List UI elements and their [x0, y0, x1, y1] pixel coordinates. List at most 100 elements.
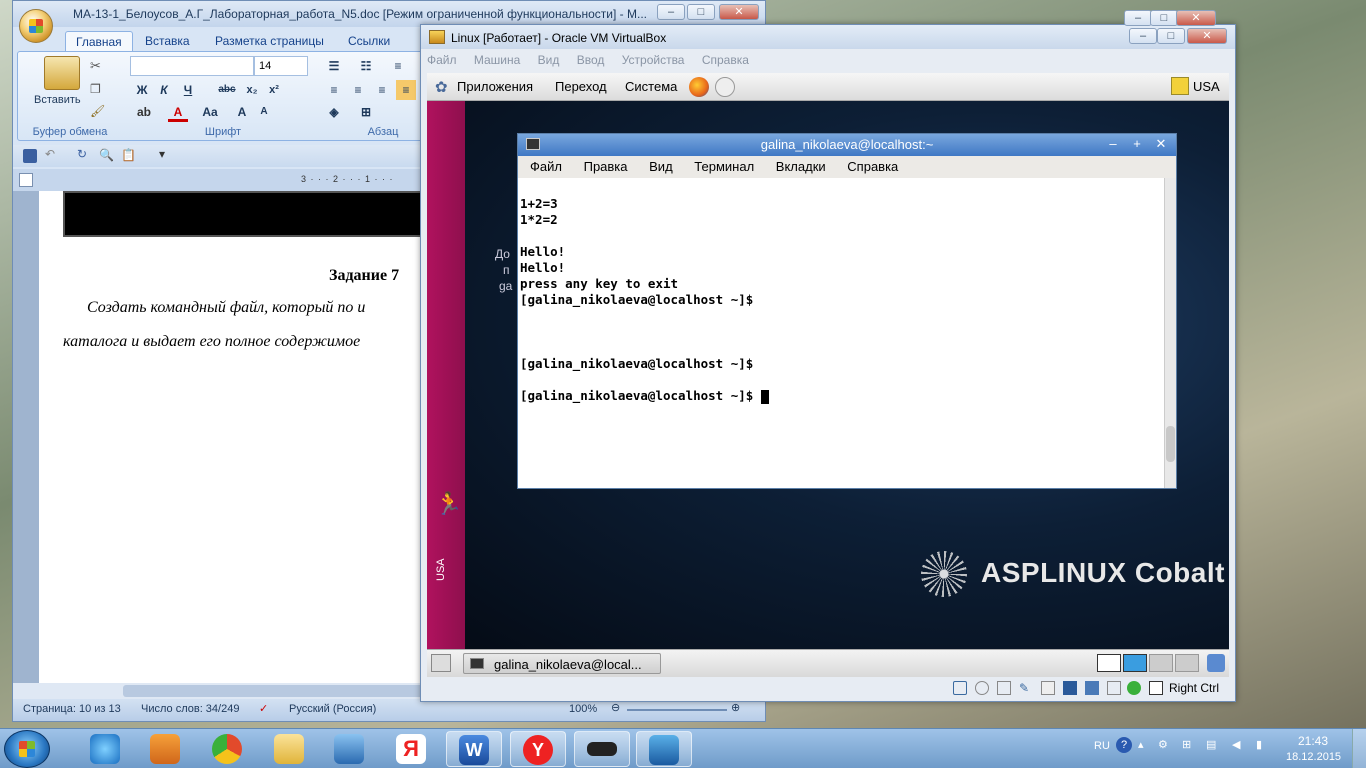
term-menu-tabs[interactable]: Вкладки	[776, 159, 826, 174]
signal-icon[interactable]: ▮	[1256, 738, 1262, 751]
cd-icon[interactable]	[975, 681, 989, 695]
gnome-foot-icon[interactable]: ✿	[435, 78, 448, 96]
help-icon[interactable]: ?	[1116, 737, 1132, 753]
font-family-combo[interactable]	[130, 56, 254, 76]
grow-font-icon[interactable]: A	[232, 102, 252, 122]
term-menu-terminal[interactable]: Терминал	[694, 159, 754, 174]
bg-window-maximize[interactable]: □	[1150, 10, 1178, 26]
font-color-icon[interactable]: A	[168, 102, 188, 122]
zoom-level[interactable]: 100%	[569, 703, 597, 715]
align-left-icon[interactable]: ≡	[324, 80, 344, 100]
multilevel-list-icon[interactable]: ≡	[388, 56, 408, 76]
vbox-menu-help[interactable]: Справка	[702, 53, 749, 67]
vbox-menu-devices[interactable]: Устройства	[622, 53, 685, 67]
copy-icon[interactable]: ❐	[90, 82, 101, 96]
zoom-out-icon[interactable]: ⊖	[611, 701, 620, 714]
vbox-menu-view[interactable]: Вид	[538, 53, 560, 67]
mouse-integration-icon[interactable]	[1127, 681, 1141, 695]
network-icon[interactable]	[1063, 681, 1077, 695]
trash-icon[interactable]	[1207, 654, 1225, 672]
tray-app-icon[interactable]: ⚙	[1158, 738, 1168, 751]
yandex-browser-taskbar-icon[interactable]: Y	[510, 731, 566, 767]
tab-insert[interactable]: Вставка	[135, 31, 200, 51]
borders-icon[interactable]: ⊞	[356, 102, 376, 122]
vbox-menu-file[interactable]: Файл	[427, 53, 457, 67]
bg-window-close[interactable]: ✕	[1176, 10, 1216, 26]
network-tray-icon[interactable]: ▤	[1206, 738, 1216, 751]
workspace-3[interactable]	[1149, 654, 1173, 672]
proofing-icon[interactable]: ✓	[259, 702, 268, 715]
windows-flag-icon[interactable]: ⊞	[1182, 738, 1191, 751]
hdd-icon[interactable]	[953, 681, 967, 695]
term-menu-edit[interactable]: Правка	[584, 159, 628, 174]
tab-layout[interactable]: Разметка страницы	[205, 31, 334, 51]
align-right-icon[interactable]: ≡	[372, 80, 392, 100]
notes-icon[interactable]	[1171, 77, 1189, 95]
tab-home[interactable]: Главная	[65, 31, 133, 51]
minimize-button[interactable]: –	[657, 4, 685, 20]
close-button[interactable]: ✕	[719, 4, 759, 20]
paste-label[interactable]: Вставить	[34, 94, 81, 106]
show-desktop-button[interactable]	[1352, 729, 1366, 768]
shared-folder-icon[interactable]	[1041, 681, 1055, 695]
subscript-button[interactable]: x₂	[242, 80, 262, 100]
display-icon[interactable]	[1085, 681, 1099, 695]
print-preview-icon[interactable]: 🔍	[99, 148, 114, 162]
strikethrough-button[interactable]: abc	[214, 80, 240, 100]
ruler[interactable]: 3 · · · 2 · · · 1 · · ·	[301, 174, 394, 184]
vbox-menu-input[interactable]: Ввод	[577, 53, 605, 67]
shrink-font-icon[interactable]: A	[254, 102, 274, 122]
start-button[interactable]	[4, 730, 50, 768]
terminal-window[interactable]: galina_nikolaeva@localhost:~ – + ✕ Файл …	[517, 133, 1177, 489]
customize-qat-icon[interactable]: ▾	[159, 147, 165, 161]
explorer-taskbar-icon[interactable]	[262, 731, 318, 767]
recording-icon[interactable]	[1107, 681, 1121, 695]
show-desktop-icon[interactable]	[431, 654, 451, 672]
vbox-titlebar[interactable]: Linux [Работает] - Oracle VM VirtualBox …	[421, 25, 1235, 49]
terminal-maximize-icon[interactable]: +	[1126, 134, 1148, 154]
tab-references[interactable]: Ссылки	[338, 31, 400, 51]
ie-taskbar-icon[interactable]	[78, 731, 134, 767]
zoom-slider[interactable]	[627, 709, 727, 711]
yandex-taskbar-icon[interactable]: Я	[384, 731, 440, 767]
media-taskbar-icon[interactable]	[138, 731, 194, 767]
align-center-icon[interactable]: ≡	[348, 80, 368, 100]
usb-drive-taskbar-icon[interactable]	[574, 731, 630, 767]
audio-taskbar-icon[interactable]	[322, 731, 378, 767]
word-taskbar-icon[interactable]: W	[446, 731, 502, 767]
terminal-scrollbar[interactable]	[1164, 178, 1176, 488]
bold-button[interactable]: Ж	[132, 80, 152, 100]
floppy-icon[interactable]	[997, 681, 1011, 695]
terminal-scroll-thumb[interactable]	[1166, 426, 1175, 462]
word-count[interactable]: Число слов: 34/249	[141, 703, 239, 715]
vbox-maximize-button[interactable]: □	[1157, 28, 1185, 44]
paste-icon[interactable]	[44, 56, 80, 90]
vbox-menu-machine[interactable]: Машина	[474, 53, 520, 67]
bullets-icon[interactable]: ☰	[324, 56, 344, 76]
cut-icon[interactable]: ✂	[90, 58, 101, 74]
guest-screen[interactable]: ✿ Приложения Переход Система USA 🏃 USA Д…	[427, 73, 1229, 677]
firefox-icon[interactable]	[689, 77, 709, 97]
undo-icon[interactable]: ↶	[45, 147, 55, 161]
term-menu-view[interactable]: Вид	[649, 159, 673, 174]
format-painter-icon[interactable]: 🖌	[90, 104, 105, 118]
highlight-icon[interactable]: ab	[134, 102, 154, 122]
shading-icon[interactable]: ◈	[324, 102, 344, 122]
keyboard-layout[interactable]: USA	[1193, 79, 1220, 94]
redo-icon[interactable]: ↻	[77, 147, 87, 161]
italic-button[interactable]: К	[154, 80, 174, 100]
language-indicator[interactable]: Русский (Россия)	[289, 703, 376, 715]
zoom-in-icon[interactable]: ⊕	[731, 701, 740, 714]
terminal-output[interactable]: 1+2=3 1*2=2 Hello! Hello! press any key to …	[518, 178, 1164, 488]
terminal-titlebar[interactable]: galina_nikolaeva@localhost:~ – + ✕	[518, 134, 1176, 156]
chrome-taskbar-icon[interactable]	[200, 731, 256, 767]
clock-date[interactable]: 18.12.2015	[1286, 751, 1341, 763]
workspace-1[interactable]	[1097, 654, 1121, 672]
save-icon[interactable]	[23, 149, 37, 163]
tab-selector-icon[interactable]	[19, 173, 33, 187]
vbox-minimize-button[interactable]: –	[1129, 28, 1157, 44]
underline-button[interactable]: Ч	[178, 80, 198, 100]
terminal-minimize-icon[interactable]: –	[1102, 134, 1124, 154]
workspace-2[interactable]	[1123, 654, 1147, 672]
menu-applications[interactable]: Приложения	[457, 79, 533, 94]
